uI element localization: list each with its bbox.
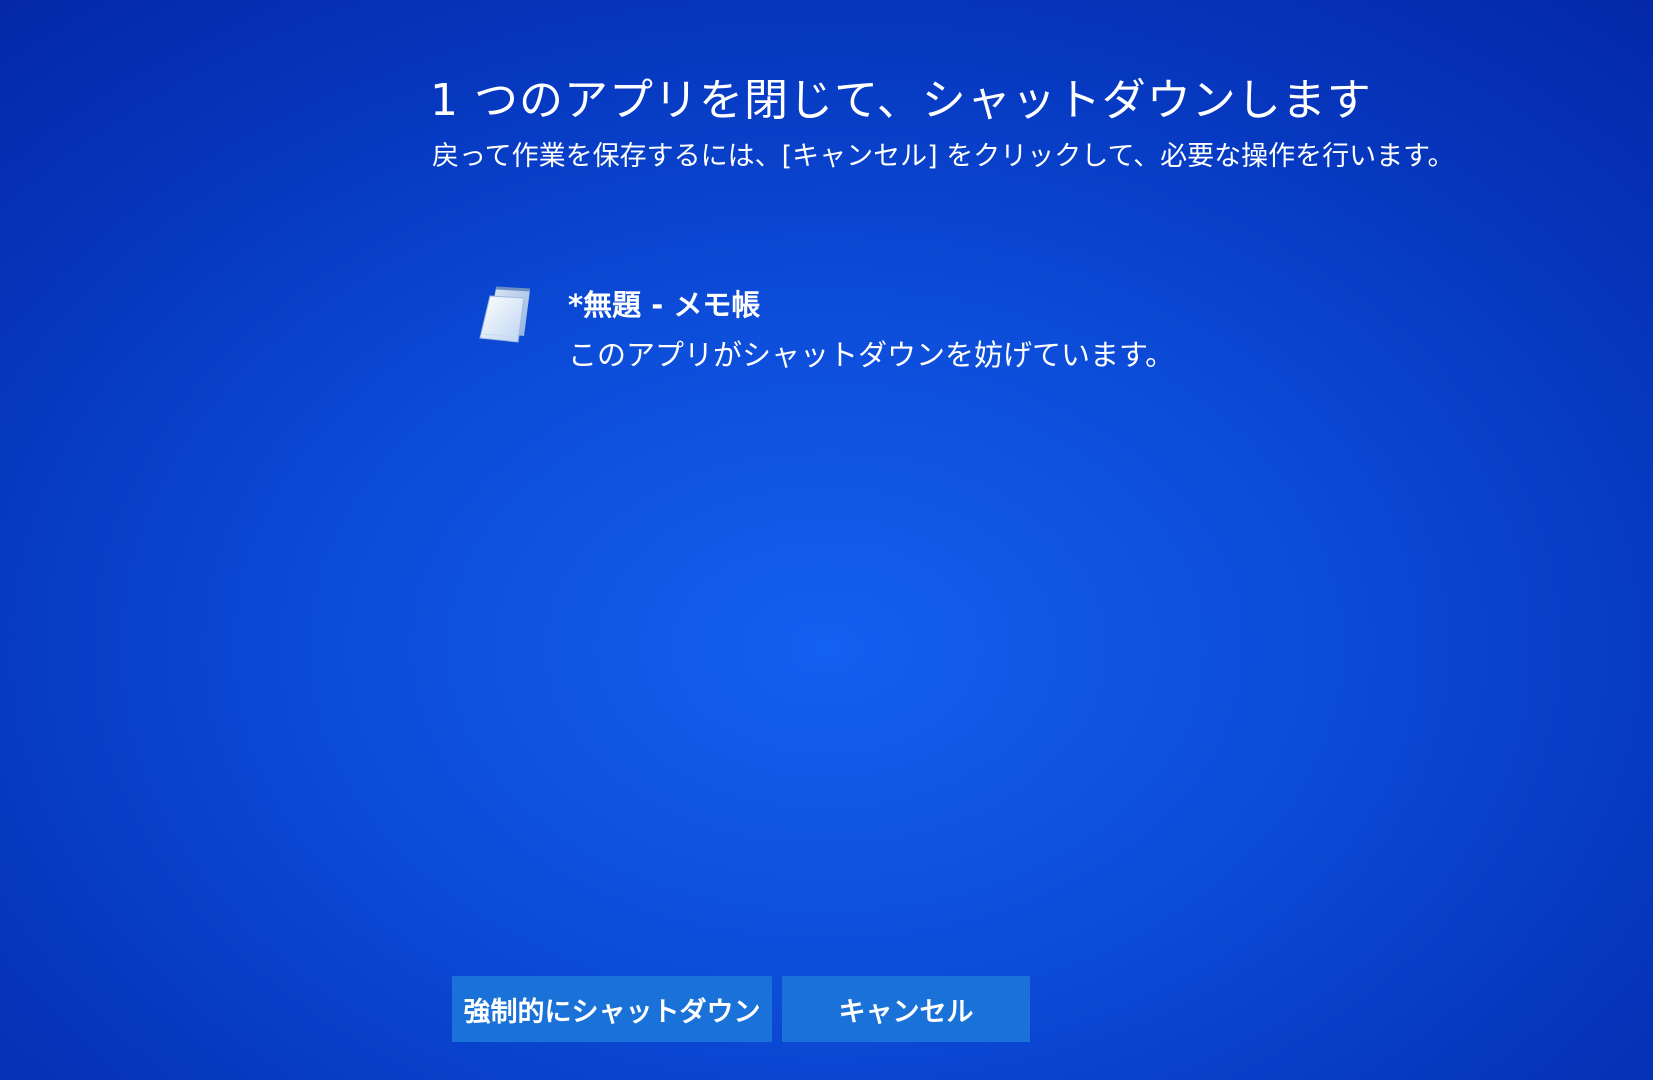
shutdown-blocked-screen: 1 つのアプリを閉じて、シャットダウンします 戻って作業を保存するには、[キャン…: [0, 0, 1653, 1080]
app-status-message: このアプリがシャットダウンを妨げています。: [568, 338, 1175, 372]
cancel-button[interactable]: キャンセル: [782, 976, 1030, 1042]
page-subtitle: 戻って作業を保存するには、[キャンセル] をクリックして、必要な操作を行います。: [432, 141, 1455, 172]
page-title: 1 つのアプリを閉じて、シャットダウンします: [430, 75, 1372, 126]
force-shutdown-button[interactable]: 強制的にシャットダウン: [452, 976, 772, 1042]
blocking-app-item: *無題 - メモ帳 このアプリがシャットダウンを妨げています。: [474, 282, 1174, 374]
app-name: *無題 - メモ帳: [568, 288, 761, 322]
notepad-icon: [474, 282, 538, 346]
action-buttons: 強制的にシャットダウン キャンセル: [452, 976, 1030, 1042]
